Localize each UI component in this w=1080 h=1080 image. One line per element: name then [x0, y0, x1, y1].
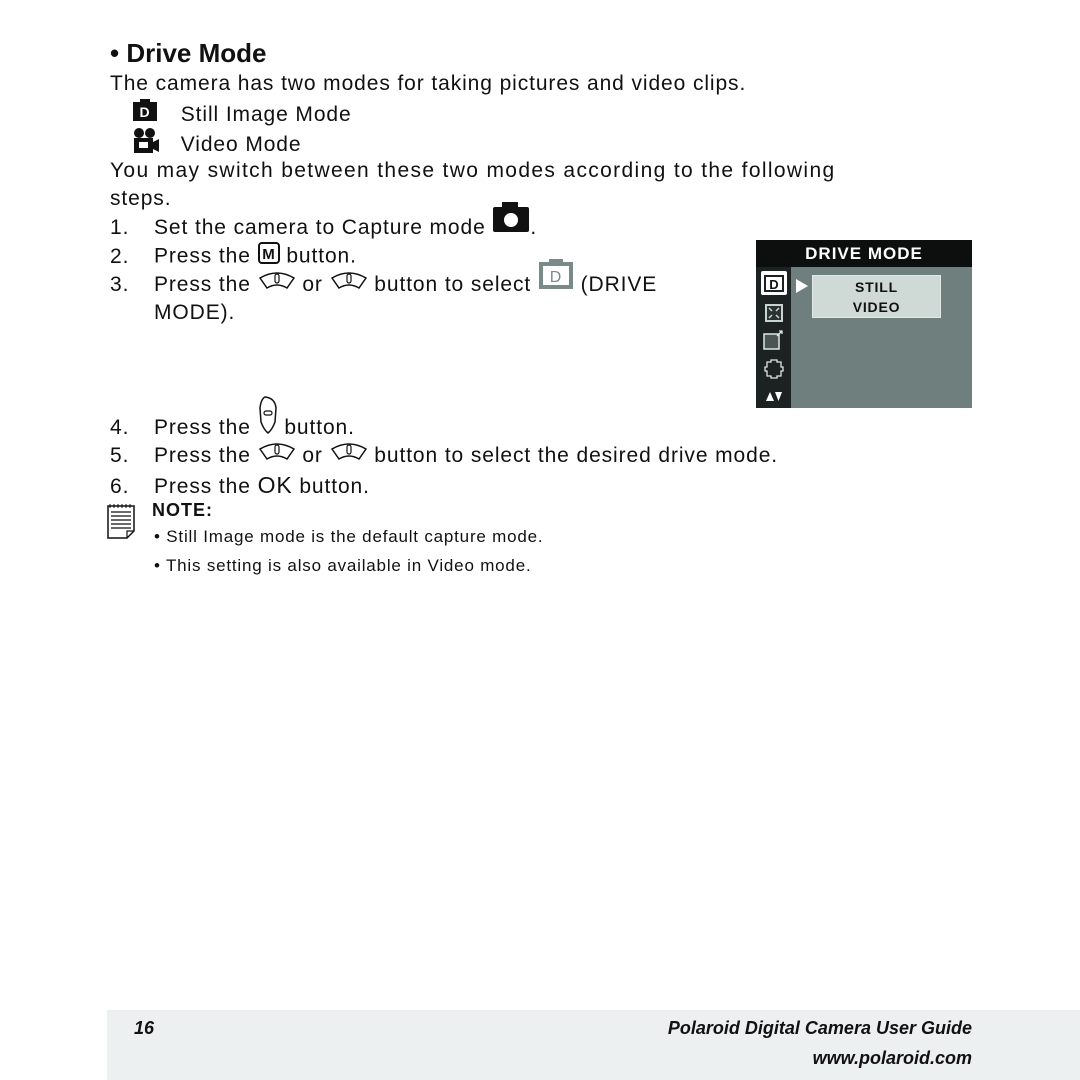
step-text: Press the — [154, 475, 251, 498]
up-down-arrows-icon[interactable] — [765, 389, 783, 407]
step-text-end: button to select the desired drive mode. — [374, 444, 779, 467]
switch-text-line2: steps. — [110, 187, 172, 210]
step-number: 4. — [110, 416, 130, 439]
section-heading: • Drive Mode — [110, 38, 267, 69]
step-text: Press the — [154, 416, 251, 439]
capture-mode-icon — [492, 201, 530, 241]
step-6: 6. Press the OK button. — [110, 471, 370, 501]
page-number: 16 — [134, 1018, 155, 1038]
svg-text:D: D — [139, 104, 150, 120]
page-footer: 16 Polaroid Digital Camera User Guide ww… — [107, 1010, 1080, 1080]
left-arrow-button-icon — [258, 442, 296, 470]
note-item-text: This setting is also available in Video … — [165, 556, 532, 575]
drive-mode-screen: DRIVE MODE D STILL VIDEO — [756, 240, 972, 408]
step-number: 5. — [110, 444, 130, 467]
step-text-end: button. — [299, 475, 370, 498]
step-5: 5. Press the or button to select the desi… — [110, 442, 778, 470]
step-text-end: button. — [284, 416, 355, 439]
down-arrow-button-icon — [258, 396, 278, 442]
step-3-continued: MODE). — [154, 301, 236, 324]
drive-mode-options: STILL VIDEO — [812, 275, 941, 318]
step-text: or — [302, 273, 323, 296]
step-number: 1. — [110, 216, 130, 239]
step-text: Press the — [154, 273, 251, 296]
guide-title: Polaroid Digital Camera User Guide — [667, 1018, 972, 1038]
drive-mode-icon: D — [538, 258, 574, 298]
ok-button-label: OK — [257, 472, 293, 498]
step-text-end: . — [530, 216, 538, 239]
intro-text: The camera has two modes for taking pict… — [110, 72, 747, 95]
drive-mode-screen-title: DRIVE MODE — [756, 240, 972, 267]
svg-text:D: D — [769, 277, 778, 292]
note-item: • Still Image mode is the default captur… — [154, 527, 543, 547]
step-1: 1. Set the camera to Capture mode . — [110, 202, 538, 242]
resolution-icon[interactable] — [763, 358, 785, 385]
svg-text:D: D — [550, 269, 562, 286]
note-label: NOTE: — [152, 500, 213, 520]
right-arrow-button-icon — [330, 442, 368, 470]
step-text: button to select — [374, 273, 532, 296]
mode-label: Still Image Mode — [180, 102, 352, 126]
step-2: 2. Press the M button. — [110, 242, 357, 272]
selection-arrow-icon — [796, 279, 808, 298]
step-text: Press the — [154, 244, 251, 268]
note-item: • This setting is also available in Vide… — [154, 556, 531, 576]
focus-icon[interactable] — [764, 303, 784, 328]
step-number: 6. — [110, 475, 130, 498]
step-3: 3. Press the or button to select D (DRIVE — [110, 259, 658, 299]
drive-mode-side-menu: D — [756, 267, 791, 408]
step-number: 3. — [110, 273, 130, 296]
switch-text-line1: You may switch between these two modes a… — [110, 159, 836, 182]
step-number: 2. — [110, 244, 130, 268]
mode-label: Video Mode — [180, 132, 302, 156]
step-text: Set the camera to Capture mode — [154, 216, 486, 239]
step-text: or — [302, 444, 323, 467]
step-text: Press the — [154, 444, 251, 467]
svg-text:M: M — [262, 246, 275, 263]
step-text-end: button. — [286, 244, 357, 268]
menu-m-button-icon: M — [257, 242, 280, 272]
step-4: 4. Press the button. — [110, 396, 355, 442]
option-video[interactable]: VIDEO — [813, 297, 940, 317]
exposure-icon[interactable] — [763, 329, 785, 356]
page-title: Drive Mode — [126, 38, 267, 68]
left-arrow-button-icon — [258, 271, 296, 299]
note-bullet: • — [154, 556, 161, 575]
right-arrow-button-icon — [330, 271, 368, 299]
note-item-text: Still Image mode is the default capture … — [166, 527, 544, 546]
step-text-end: (DRIVE — [580, 273, 658, 296]
heading-bullet: • — [110, 38, 120, 68]
drive-mode-icon[interactable]: D — [760, 270, 788, 301]
website-link[interactable]: www.polaroid.com — [813, 1048, 972, 1069]
note-icon — [107, 503, 135, 544]
option-still[interactable]: STILL — [813, 277, 940, 297]
note-bullet: • — [154, 527, 161, 546]
